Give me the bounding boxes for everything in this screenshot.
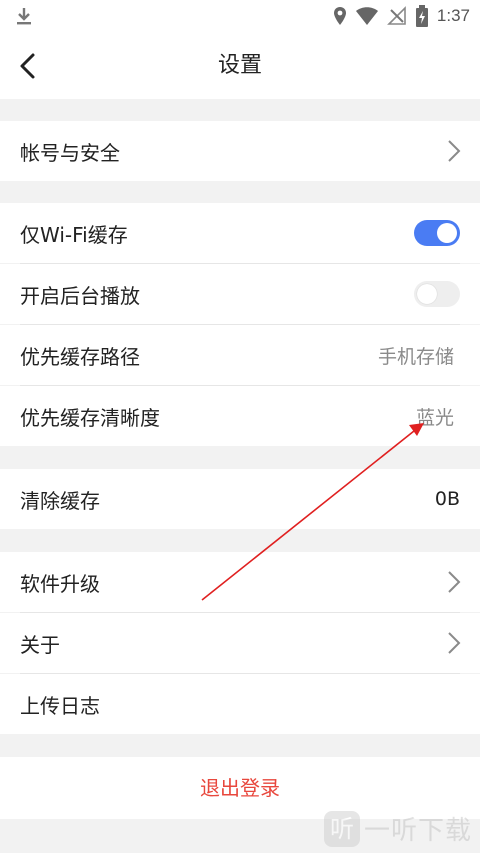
- chevron-right-icon: [448, 632, 461, 654]
- wifi-cache-toggle[interactable]: [414, 220, 460, 246]
- background-play-row: 开启后台播放: [0, 264, 480, 324]
- cache-path-row[interactable]: 优先缓存路径 手机存储: [0, 325, 480, 385]
- status-time: 1:37: [436, 6, 470, 25]
- status-bar: 1:37: [0, 0, 480, 33]
- watermark-text: 一听下载: [363, 816, 472, 846]
- software-upgrade-row[interactable]: 软件升级: [0, 552, 480, 612]
- title-bar: 设置: [0, 33, 480, 99]
- toggle-knob: [417, 284, 437, 304]
- wifi-icon: [355, 7, 378, 25]
- cache-size-value: 0B: [434, 488, 460, 510]
- software-upgrade-label: 软件升级: [20, 571, 100, 596]
- toggle-knob: [437, 223, 457, 243]
- about-row[interactable]: 关于: [0, 613, 480, 673]
- wifi-cache-row: 仅Wi-Fi缓存: [0, 203, 480, 263]
- background-play-label: 开启后台播放: [20, 283, 140, 308]
- watermark-icon: 听: [323, 810, 360, 847]
- cache-quality-row[interactable]: 优先缓存清晰度 蓝光: [0, 386, 480, 446]
- status-icons: 1:37: [333, 5, 470, 27]
- page-title: 设置: [217, 53, 262, 78]
- battery-icon: [415, 5, 428, 27]
- about-label: 关于: [20, 632, 60, 657]
- background-play-toggle[interactable]: [414, 281, 460, 307]
- account-security-label: 帐号与安全: [20, 140, 120, 165]
- location-icon: [333, 7, 346, 25]
- wifi-cache-label: 仅Wi-Fi缓存: [20, 222, 128, 247]
- clear-cache-label: 清除缓存: [20, 488, 100, 513]
- download-icon: [17, 8, 31, 25]
- clear-cache-row[interactable]: 清除缓存 0B: [0, 469, 480, 529]
- cache-quality-label: 优先缓存清晰度: [20, 405, 160, 430]
- no-signal-icon: [386, 6, 406, 25]
- cache-path-value: 手机存储: [377, 345, 454, 368]
- cache-quality-value: 蓝光: [415, 406, 454, 429]
- cache-path-label: 优先缓存路径: [20, 344, 140, 369]
- upload-log-row[interactable]: 上传日志: [0, 674, 480, 734]
- account-security-row[interactable]: 帐号与安全: [0, 121, 480, 181]
- chevron-right-icon: [448, 140, 461, 162]
- watermark-logo: 听 一听下载: [323, 810, 472, 847]
- chevron-right-icon: [448, 571, 461, 593]
- upload-log-label: 上传日志: [20, 693, 100, 718]
